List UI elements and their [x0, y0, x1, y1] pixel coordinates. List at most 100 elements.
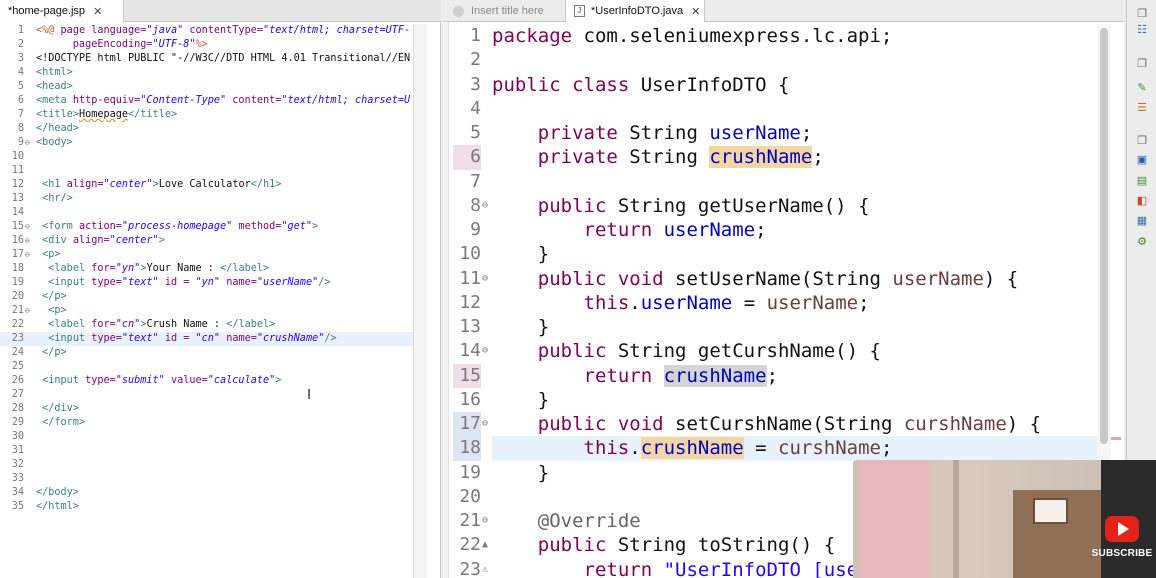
code-line[interactable]: 7 <title>Homepage</title> [0, 108, 413, 122]
code-line[interactable]: 8 ⊖ public String getUserName() { [449, 194, 1099, 218]
package-explorer-icon[interactable]: ☷ [1134, 22, 1150, 38]
overview-ruler-mark[interactable] [1111, 437, 1121, 440]
code-line[interactable]: 14 [0, 206, 413, 220]
code-line[interactable]: 17 ⊖ public void setCurshName(String curs… [449, 412, 1099, 437]
code-line[interactable]: 29 </form> [0, 416, 413, 430]
code-text: <body> [36, 136, 413, 150]
code-line[interactable]: 26 <input type="submit" value="calculate… [0, 374, 413, 388]
tab-insert-title-here[interactable]: Insert title here [443, 0, 563, 22]
code-line[interactable]: 22 <label for="cn">Crush Name : </label> [0, 318, 413, 332]
code-line[interactable]: 13 } [449, 315, 1099, 339]
snippets-icon[interactable]: ◧ [1134, 193, 1150, 209]
java-file-icon: J [574, 5, 585, 17]
code-line[interactable]: 15 ⊖ <form action="process-homepage" meth… [0, 220, 413, 234]
code-line[interactable]: 1 package com.seleniumexpress.lc.api; [449, 24, 1099, 48]
restore-icon[interactable]: ❐ [1134, 133, 1150, 149]
restore-icon[interactable]: ❐ [1134, 6, 1150, 22]
fold-icon[interactable]: ⊖ [25, 248, 34, 262]
jsp-vertical-scrollbar[interactable] [413, 24, 427, 578]
code-line[interactable]: 11 [0, 164, 413, 178]
code-line[interactable]: 4 [449, 97, 1099, 121]
jsp-code-area[interactable]: 1 <%@ page language="java" contentType="t… [0, 24, 413, 578]
code-line[interactable]: 8 </head> [0, 122, 413, 136]
code-line[interactable]: 6 private String crushName; [449, 145, 1099, 170]
code-line[interactable]: 13 <hr/> [0, 192, 413, 206]
code-line[interactable]: 9 ⊖ <body> [0, 136, 413, 150]
code-line[interactable]: 5 <head> [0, 80, 413, 94]
code-token: ; [880, 437, 893, 460]
code-line[interactable]: 12 this.userName = userName; [449, 291, 1099, 315]
code-line[interactable]: 18 this.crushName = curshName; [449, 436, 1099, 461]
tasks-icon[interactable]: ✎ [1134, 80, 1150, 96]
problems-icon[interactable]: ☰ [1134, 100, 1150, 116]
fold-icon[interactable]: ⊖ [482, 509, 492, 533]
data-source-icon[interactable]: ⚙ [1134, 234, 1150, 250]
fold-icon[interactable]: ⊖ [482, 412, 492, 436]
subscribe-button[interactable]: SUBSCRIBE [1092, 516, 1152, 574]
code-line[interactable]: 35 </html> [0, 500, 413, 514]
code-token: setUserName(String [663, 267, 893, 290]
code-line[interactable]: 7 [449, 170, 1099, 194]
code-token: <input [48, 333, 92, 344]
line-number: 8 [470, 194, 481, 216]
code-line[interactable]: 18 <label for="yn">Your Name : </label> [0, 262, 413, 276]
code-line[interactable]: 16 } [449, 388, 1099, 412]
close-icon[interactable]: ✕ [93, 5, 102, 18]
line-number: 12 [11, 179, 24, 190]
code-line[interactable]: 28 </div> [0, 402, 413, 416]
code-line[interactable]: 19 <input type="text" id = "yn" name="us… [0, 276, 413, 290]
code-line[interactable]: 5 private String userName; [449, 121, 1099, 145]
outline-icon[interactable]: ▦ [1134, 213, 1150, 229]
fold-icon[interactable]: ⊖ [25, 220, 34, 234]
code-line[interactable]: 33 [0, 472, 413, 486]
code-line[interactable]: 16 ⊖ <div align="center"> [0, 234, 413, 248]
fold-icon[interactable]: ⊖ [482, 267, 492, 291]
fold-icon[interactable]: ⊖ [25, 234, 34, 248]
code-line[interactable]: 10 } [449, 242, 1099, 266]
override-icon[interactable]: ▲ [482, 533, 492, 557]
code-token: type= [85, 375, 116, 386]
tab-home-page-jsp[interactable]: *home-page.jsp ✕ [0, 0, 124, 22]
code-line[interactable]: 23 <input type="text" id = "cn" name="cr… [0, 332, 413, 346]
code-token: ) { [983, 267, 1019, 290]
code-line[interactable]: 32 [0, 458, 413, 472]
restore-icon[interactable]: ❐ [1134, 56, 1150, 72]
servers-icon[interactable]: ▤ [1134, 173, 1150, 189]
code-line[interactable]: 4 <html> [0, 66, 413, 80]
tab-userinfodto-java[interactable]: J *UserInfoDTO.java ✕ [565, 0, 705, 22]
code-line[interactable]: 9 return userName; [449, 218, 1099, 242]
code-line[interactable]: 6 <meta http-equiv="Content-Type" content… [0, 94, 413, 108]
console-icon[interactable]: ▣ [1134, 152, 1150, 168]
scrollbar-thumb[interactable] [1100, 28, 1108, 444]
code-line[interactable]: 17 ⊖ <p> [0, 248, 413, 262]
code-line[interactable]: 24 </p> [0, 346, 413, 360]
fold-icon[interactable]: ⊖ [482, 194, 492, 218]
code-token: "calculate" [207, 375, 276, 386]
code-token: public [537, 194, 607, 217]
code-line[interactable]: 25 [0, 360, 413, 374]
code-line[interactable]: 31 [0, 444, 413, 458]
code-line[interactable]: 2 [449, 48, 1099, 72]
fold-icon[interactable]: ⊖ [25, 304, 34, 318]
code-line[interactable]: 11 ⊖ public void setUserName(String userN… [449, 267, 1099, 291]
code-line[interactable]: 1 <%@ page language="java" contentType="t… [0, 24, 413, 38]
code-line[interactable]: 34 </body> [0, 486, 413, 500]
code-line[interactable]: 2 pageEncoding="UTF-8"%> [0, 38, 413, 52]
close-icon[interactable]: ✕ [691, 5, 700, 18]
code-line[interactable]: 14 ⊖ public String getCurshName() { [449, 339, 1099, 363]
fold-icon[interactable]: ⊖ [25, 136, 34, 150]
code-line[interactable]: 3 public class UserInfoDTO { [449, 73, 1099, 97]
code-line[interactable]: 3 <!DOCTYPE html PUBLIC "-//W3C//DTD HTML… [0, 52, 413, 66]
code-line[interactable]: 15 return crushName; [449, 363, 1099, 388]
fold-icon[interactable]: ⊖ [482, 339, 492, 363]
code-line[interactable]: 21 ⊖ <p> [0, 304, 413, 318]
code-line[interactable]: 27 [0, 388, 413, 402]
code-line[interactable]: 30 [0, 430, 413, 444]
code-line[interactable]: 10 [0, 150, 413, 164]
code-text: public void setCurshName(String curshNam… [492, 412, 1099, 436]
warning-icon[interactable]: ⚠ [482, 558, 492, 578]
code-line[interactable]: 20 </p> [0, 290, 413, 304]
code-line[interactable]: 12 <h1 align="center">Love Calculator</h… [0, 178, 413, 192]
